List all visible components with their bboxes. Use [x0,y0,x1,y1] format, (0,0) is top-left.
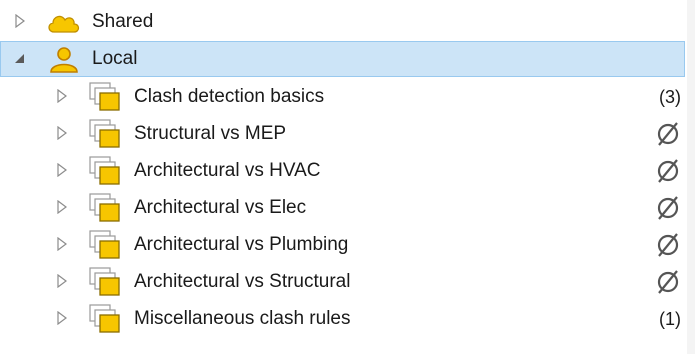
empty-set-icon [657,122,679,146]
tree-node-structural-vs-mep[interactable]: Structural vs MEP [0,116,685,152]
tree-node-label: Clash detection basics [134,86,325,107]
rule-folder-icon [89,230,120,259]
rule-folder-icon [89,304,120,333]
expand-arrow-icon[interactable] [56,274,68,288]
tree-node-label: Shared [92,11,154,32]
tree-node-clash-detection-basics[interactable]: Clash detection basics (3) [0,79,685,115]
tree-node-label: Miscellaneous clash rules [134,308,351,329]
tree-node-label: Architectural vs Structural [134,271,351,292]
tree-node-label: Structural vs MEP [134,123,287,144]
tree-node-architectural-vs-structural[interactable]: Architectural vs Structural [0,264,685,300]
tree-node-architectural-vs-elec[interactable]: Architectural vs Elec [0,190,685,226]
expand-arrow-icon[interactable] [56,126,68,140]
cloud-icon [48,15,80,33]
tree-node-local[interactable]: Local [0,41,685,77]
expand-arrow-icon[interactable] [14,14,26,28]
user-icon [50,47,78,73]
tree-node-shared[interactable]: Shared [0,4,685,40]
rule-folder-icon [89,82,120,111]
tree-node-label: Architectural vs HVAC [134,160,321,181]
expand-arrow-icon[interactable] [56,163,68,177]
expand-arrow-icon[interactable] [56,200,68,214]
rule-tree: Shared Local Clash detection basics (3) … [0,0,685,354]
rule-folder-icon [89,193,120,222]
collapse-arrow-icon[interactable] [14,51,26,65]
rule-count-badge: (1) [659,309,681,329]
rule-folder-icon [89,119,120,148]
rule-count-badge: (3) [659,87,681,107]
expand-arrow-icon[interactable] [56,311,68,325]
tree-node-label: Local [92,48,138,69]
vertical-scrollbar[interactable] [687,0,695,354]
tree-node-architectural-vs-plumbing[interactable]: Architectural vs Plumbing [0,227,685,263]
expand-arrow-icon[interactable] [56,89,68,103]
tree-node-miscellaneous-clash-rules[interactable]: Miscellaneous clash rules (1) [0,301,685,337]
tree-node-architectural-vs-hvac[interactable]: Architectural vs HVAC [0,153,685,189]
tree-node-label: Architectural vs Elec [134,197,307,218]
empty-set-icon [657,233,679,257]
tree-node-label: Architectural vs Plumbing [134,234,349,255]
empty-set-icon [657,270,679,294]
rule-folder-icon [89,267,120,296]
rule-folder-icon [89,156,120,185]
expand-arrow-icon[interactable] [56,237,68,251]
empty-set-icon [657,159,679,183]
empty-set-icon [657,196,679,220]
